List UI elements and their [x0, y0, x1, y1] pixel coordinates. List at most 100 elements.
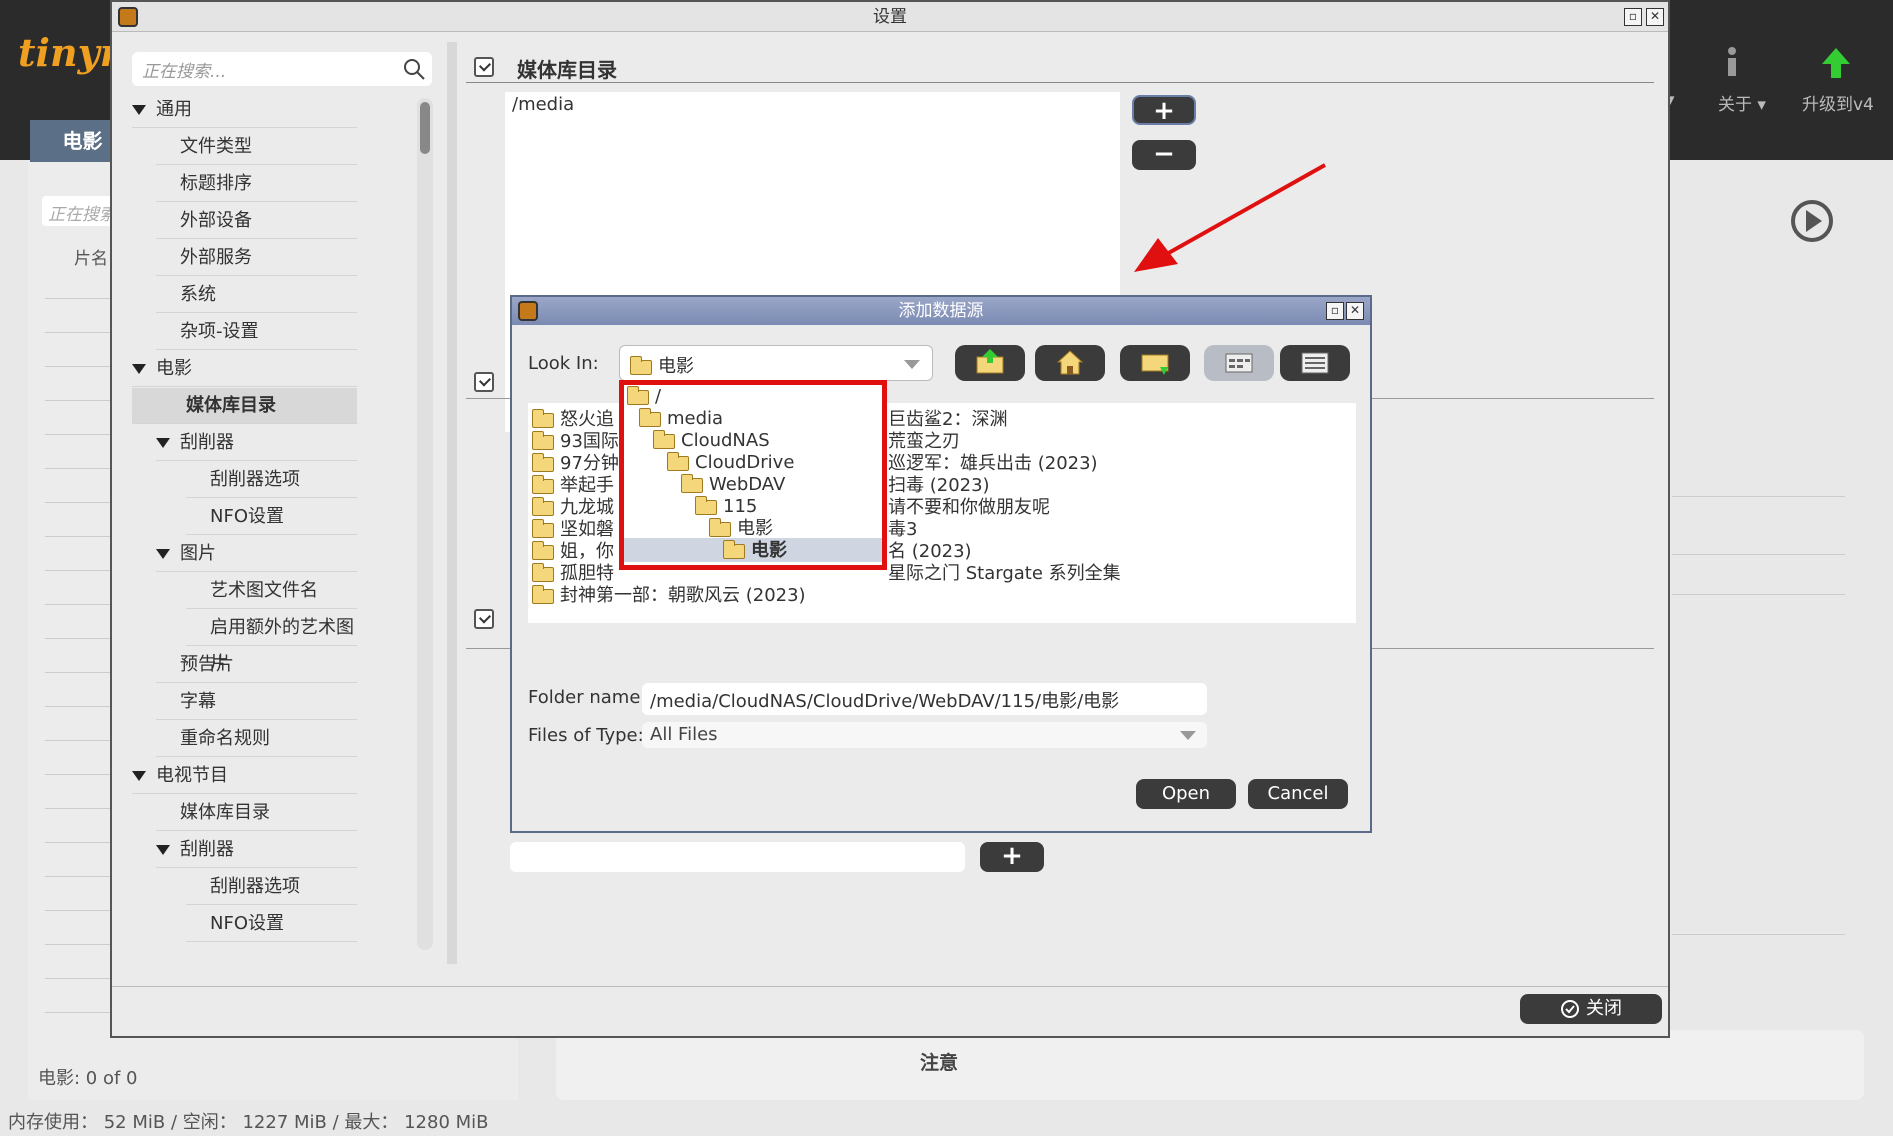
movie-count-status: 电影: 0 of 0: [38, 1068, 138, 1089]
tree-item-label: 刮削器: [180, 839, 234, 860]
upgrade-icon[interactable]: [1820, 46, 1852, 85]
tree-item[interactable]: 媒体库目录: [156, 795, 357, 831]
footer-divider: [112, 986, 1668, 987]
tree-item[interactable]: 图片: [156, 536, 357, 572]
maximize-icon[interactable]: ▫: [1624, 8, 1642, 26]
folder-icon: [532, 430, 554, 450]
tree-item[interactable]: 字幕: [156, 684, 357, 720]
column-title[interactable]: 片名: [74, 244, 108, 269]
up-folder-icon: [976, 349, 1004, 374]
tree-item[interactable]: 标题排序: [156, 166, 357, 202]
tree-scroll-thumb[interactable]: [420, 102, 430, 154]
expand-caret-icon[interactable]: [132, 771, 146, 781]
file-item-label: 封神第一部：朝歌风云 (2023): [560, 585, 806, 606]
section-collapse-checkbox-2[interactable]: [474, 372, 494, 392]
new-folder-icon: [1141, 354, 1169, 375]
expand-caret-icon[interactable]: [156, 845, 170, 855]
expand-caret-icon[interactable]: [156, 549, 170, 559]
folder-icon: [532, 562, 554, 582]
search-icon[interactable]: [402, 57, 426, 81]
home-button[interactable]: [1035, 345, 1105, 381]
add-exclude-button[interactable]: +: [980, 842, 1044, 872]
tree-item-label: 媒体库目录: [186, 395, 276, 416]
section-collapse-checkbox-3[interactable]: [474, 609, 494, 629]
tree-item[interactable]: 刮削器: [156, 425, 357, 461]
section-collapse-checkbox[interactable]: [474, 57, 494, 77]
file-item[interactable]: 封神第一部：朝歌风云 (2023): [532, 581, 806, 607]
files-of-type-value: All Files: [650, 724, 718, 745]
tree-item[interactable]: NFO设置: [186, 499, 357, 535]
tree-item[interactable]: 文件类型: [156, 129, 357, 165]
folder-icon: [532, 518, 554, 538]
red-highlight-box: [619, 380, 887, 570]
list-view-icon: [1225, 353, 1253, 373]
tree-item-label: 外部设备: [180, 210, 252, 231]
tree-item[interactable]: 启用额外的艺术图片: [186, 610, 357, 674]
tree-item[interactable]: 刮削器: [156, 832, 357, 868]
settings-search-input[interactable]: 正在搜索...: [132, 52, 432, 86]
tree-item[interactable]: NFO设置: [186, 906, 357, 942]
expand-caret-icon[interactable]: [156, 438, 170, 448]
expand-caret-icon[interactable]: [132, 105, 146, 115]
tree-item[interactable]: 外部服务: [156, 240, 357, 276]
folder-name-input[interactable]: /media/CloudNAS/CloudDrive/WebDAV/115/电影…: [642, 683, 1207, 715]
list-view-button[interactable]: [1204, 345, 1274, 381]
chevron-down-icon: [904, 360, 920, 369]
tree-item[interactable]: 杂项-设置: [156, 314, 357, 350]
tree-item[interactable]: 刮削器选项: [186, 869, 357, 905]
dialog-title: 添加数据源: [898, 301, 984, 321]
dialog-close-icon[interactable]: ✕: [1346, 302, 1364, 320]
tree-item[interactable]: 重命名规则: [156, 721, 357, 757]
dialog-window-icon: [518, 301, 538, 321]
memory-status: 内存使用： 52 MiB / 空闲： 1227 MiB / 最大： 1280 M…: [8, 1112, 489, 1133]
tree-item[interactable]: 刮削器选项: [186, 462, 357, 498]
expand-caret-icon[interactable]: [132, 364, 146, 374]
chevron-down-icon: [1180, 731, 1196, 740]
about-icon[interactable]: [1722, 46, 1742, 83]
section-title: 媒体库目录: [517, 58, 617, 82]
home-icon: [1056, 350, 1084, 375]
tree-item[interactable]: 电视节目: [132, 758, 357, 794]
splitter[interactable]: [447, 42, 457, 964]
play-icon[interactable]: [1791, 200, 1833, 242]
add-path-button[interactable]: +: [1132, 95, 1196, 125]
new-folder-button[interactable]: [1120, 345, 1190, 381]
open-button[interactable]: Open: [1136, 779, 1236, 809]
dialog-titlebar[interactable]: 添加数据源 ▫ ✕: [512, 297, 1370, 325]
tree-item[interactable]: 预告片: [156, 647, 357, 683]
tree-item-label: 通用: [156, 99, 192, 120]
tree-item-label: NFO设置: [210, 506, 284, 527]
tree-item[interactable]: 系统: [156, 277, 357, 313]
up-folder-button[interactable]: [955, 345, 1025, 381]
exclude-input[interactable]: [510, 842, 965, 872]
dialog-maximize-icon[interactable]: ▫: [1326, 302, 1344, 320]
tree-item[interactable]: 艺术图文件名: [186, 573, 357, 609]
media-path-item[interactable]: /media: [512, 94, 574, 115]
file-item[interactable]: 星际之门 Stargate 系列全集: [888, 559, 1121, 585]
tree-scrollbar[interactable]: [417, 98, 433, 950]
file-item-label: 星际之门 Stargate 系列全集: [888, 563, 1121, 584]
detail-panel: [556, 1030, 1864, 1100]
tree-item[interactable]: 媒体库目录: [132, 388, 357, 424]
details-view-button[interactable]: [1280, 345, 1350, 381]
tree-item[interactable]: 通用: [132, 92, 357, 128]
about-menu[interactable]: 关于 ▾: [1718, 90, 1766, 115]
settings-titlebar[interactable]: 设置 ▫ ✕: [112, 2, 1668, 32]
look-in-combo[interactable]: 电影: [619, 345, 933, 381]
tree-item-label: 刮削器选项: [210, 876, 300, 897]
tree-item-label: 重命名规则: [180, 728, 270, 749]
close-settings-button[interactable]: 关闭: [1520, 994, 1662, 1024]
cancel-button[interactable]: Cancel: [1248, 779, 1348, 809]
tree-item-label: NFO设置: [210, 913, 284, 934]
files-of-type-select[interactable]: All Files: [642, 722, 1207, 748]
folder-icon: [532, 452, 554, 472]
close-settings-label: 关闭: [1586, 998, 1622, 1019]
tree-item-label: 艺术图文件名: [210, 580, 318, 601]
folder-icon: [630, 355, 652, 375]
tree-item[interactable]: 电影: [132, 351, 357, 387]
close-window-icon[interactable]: ✕: [1646, 8, 1664, 26]
settings-title: 设置: [873, 7, 907, 27]
upgrade-label[interactable]: 升级到v4: [1802, 90, 1874, 115]
tree-item-label: 杂项-设置: [180, 321, 259, 342]
tree-item[interactable]: 外部设备: [156, 203, 357, 239]
